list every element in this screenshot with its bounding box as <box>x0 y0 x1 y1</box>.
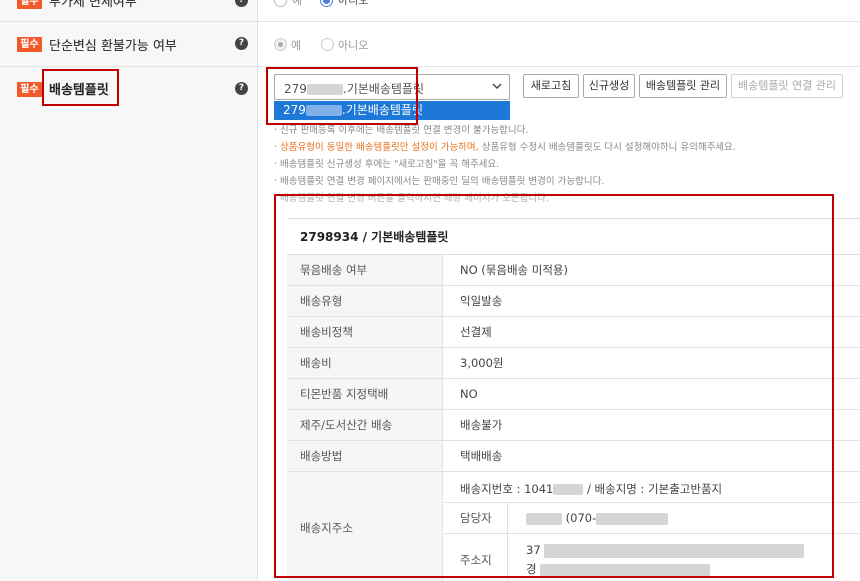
required-badge: 필수 <box>17 82 42 97</box>
chevron-down-icon <box>492 83 502 90</box>
highlight-box <box>42 69 119 106</box>
row-divider <box>0 21 860 22</box>
required-badge: 필수 <box>17 37 42 52</box>
note-line: · 배송템플릿 연결 변경 페이지에서는 판매중인 딜의 배송템플릿 변경이 가… <box>274 176 605 187</box>
note-line: · 신규 판매등록 이후에는 배송템플릿 연결 변경이 불가능합니다. <box>274 125 529 136</box>
radio-yes-refund[interactable] <box>274 38 287 51</box>
radio-label: 예 <box>291 39 302 52</box>
help-icon[interactable]: ? <box>235 82 248 95</box>
note-line: · 상품유형이 동일한 배송템플릿만 설정이 가능하며, 상품유형 수정시 배송… <box>274 142 736 153</box>
radio-no-refund[interactable] <box>321 38 334 51</box>
connect-template-button[interactable]: 배송템플릿 연결 관리 <box>731 74 843 98</box>
row-divider <box>0 66 860 67</box>
radio-label: 아니오 <box>338 39 369 52</box>
note-line: · 배송템플릿 신규생성 후에는 "새로고침"을 꼭 해주세요. <box>274 159 500 170</box>
row-label-refund: 단순변심 환불가능 여부 <box>49 39 177 54</box>
highlight-box <box>266 67 418 125</box>
radio-label: 아니오 <box>338 0 369 7</box>
radio-label: 예 <box>292 0 303 7</box>
radio-no-tax-free[interactable] <box>320 0 333 7</box>
refresh-button[interactable]: 새로고침 <box>523 74 579 98</box>
highlight-box <box>274 194 834 578</box>
radio-yes-tax-free[interactable] <box>274 0 287 7</box>
create-template-button[interactable]: 신규생성 <box>583 74 635 98</box>
row-label-tax-free: 부가세 면세여부 <box>49 0 137 10</box>
manage-template-button[interactable]: 배송템플릿 관리 <box>639 74 727 98</box>
help-icon[interactable]: ? <box>235 37 248 50</box>
required-badge: 필수 <box>17 0 42 9</box>
